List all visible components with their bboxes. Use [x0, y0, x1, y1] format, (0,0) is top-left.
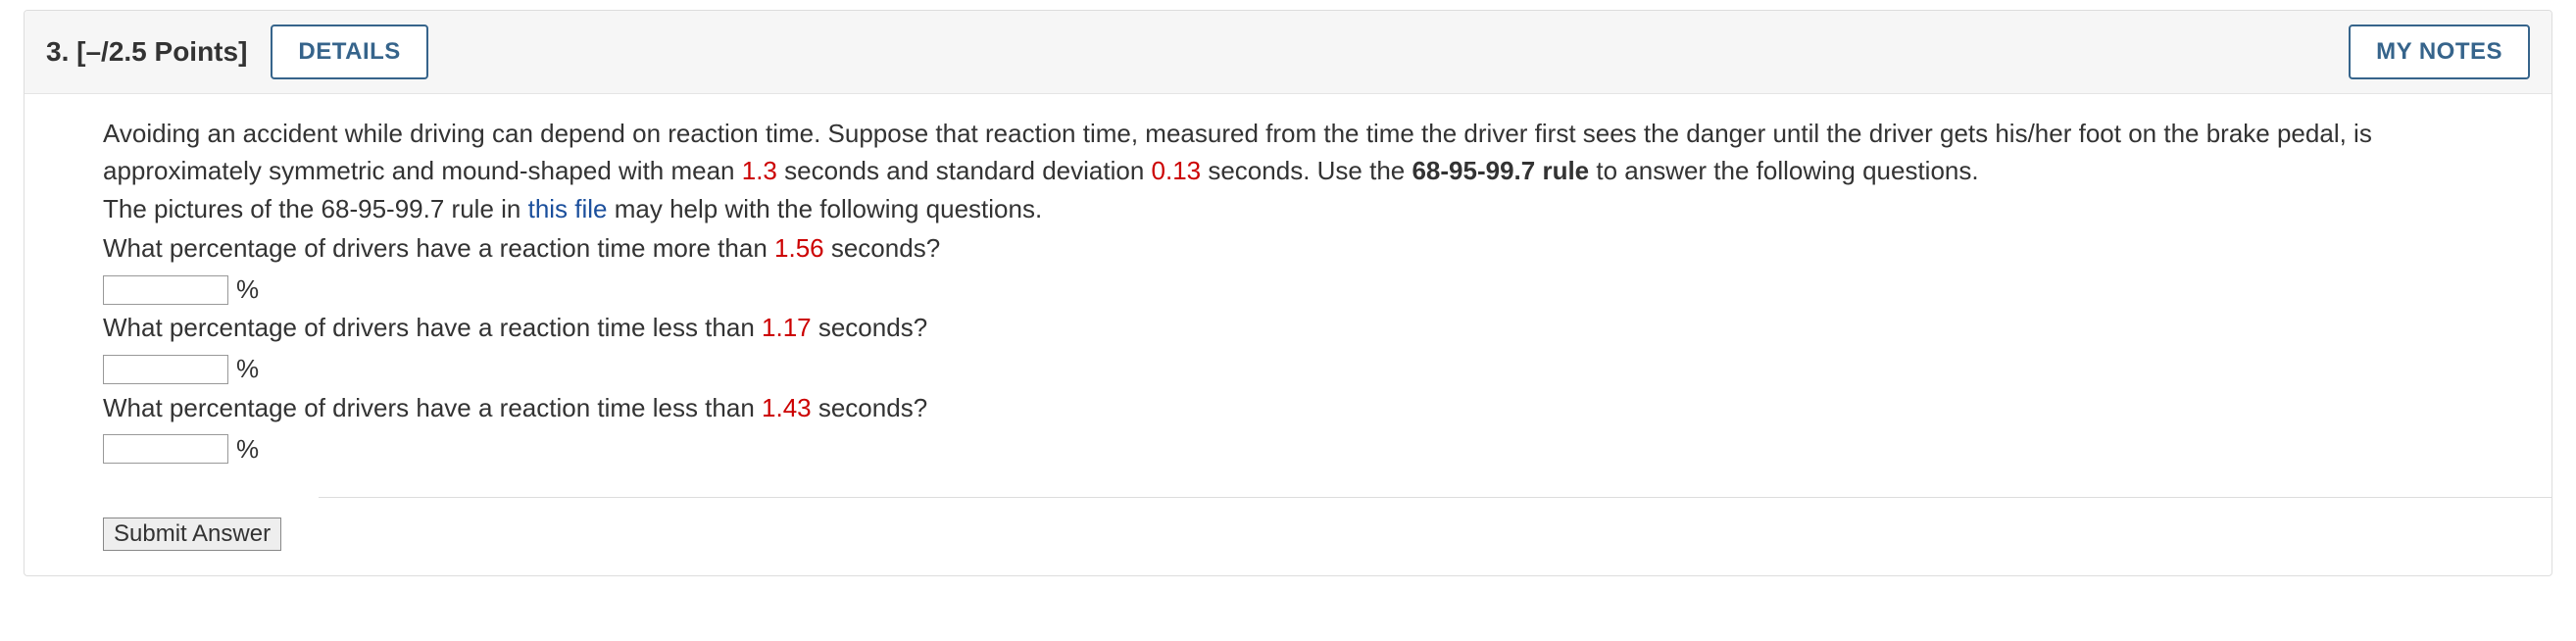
- header-left: 3. [–/2.5 Points] DETAILS: [46, 25, 428, 79]
- file-line-pre: The pictures of the 68-95-99.7 rule in: [103, 194, 528, 223]
- q3-post: seconds?: [812, 393, 928, 422]
- q1-post: seconds?: [824, 233, 941, 263]
- q2-value: 1.17: [762, 313, 812, 342]
- sd-value: 0.13: [1152, 156, 1202, 185]
- file-line-post: may help with the following questions.: [608, 194, 1043, 223]
- question-3: What percentage of drivers have a reacti…: [103, 390, 2473, 427]
- percent-label-2: %: [236, 351, 259, 388]
- q2-post: seconds?: [812, 313, 928, 342]
- question-number: 3. [–/2.5 Points]: [46, 36, 247, 68]
- question-1: What percentage of drivers have a reacti…: [103, 230, 2473, 268]
- rule-bold: 68-95-99.7 rule: [1412, 156, 1589, 185]
- question-header: 3. [–/2.5 Points] DETAILS MY NOTES: [25, 11, 2551, 94]
- answer-input-3[interactable]: [103, 434, 228, 464]
- percent-label-3: %: [236, 431, 259, 468]
- answer-input-1[interactable]: [103, 275, 228, 305]
- q2-pre: What percentage of drivers have a reacti…: [103, 313, 762, 342]
- percent-label-1: %: [236, 271, 259, 309]
- q3-pre: What percentage of drivers have a reacti…: [103, 393, 762, 422]
- question-card: 3. [–/2.5 Points] DETAILS MY NOTES Avoid…: [24, 10, 2552, 576]
- answer-row-3: %: [103, 431, 2473, 468]
- answer-input-2[interactable]: [103, 355, 228, 384]
- my-notes-button[interactable]: MY NOTES: [2349, 25, 2530, 79]
- intro-mid2: seconds. Use the: [1201, 156, 1412, 185]
- submit-answer-button[interactable]: Submit Answer: [103, 518, 281, 551]
- q3-value: 1.43: [762, 393, 812, 422]
- hint-file-link[interactable]: this file: [528, 194, 608, 223]
- q1-pre: What percentage of drivers have a reacti…: [103, 233, 774, 263]
- question-number-value: 3.: [46, 36, 69, 67]
- question-body: Avoiding an accident while driving can d…: [25, 94, 2551, 575]
- submit-bar: Submit Answer: [103, 497, 2473, 552]
- answer-row-2: %: [103, 351, 2473, 388]
- details-button[interactable]: DETAILS: [271, 25, 427, 79]
- file-hint-line: The pictures of the 68-95-99.7 rule in t…: [103, 191, 2473, 228]
- mean-value: 1.3: [742, 156, 777, 185]
- intro-post: to answer the following questions.: [1589, 156, 1978, 185]
- intro-text: Avoiding an accident while driving can d…: [103, 116, 2473, 189]
- question-2: What percentage of drivers have a reacti…: [103, 310, 2473, 347]
- question-points: [–/2.5 Points]: [76, 36, 247, 67]
- q1-value: 1.56: [774, 233, 824, 263]
- intro-mid1: seconds and standard deviation: [777, 156, 1152, 185]
- answer-row-1: %: [103, 271, 2473, 309]
